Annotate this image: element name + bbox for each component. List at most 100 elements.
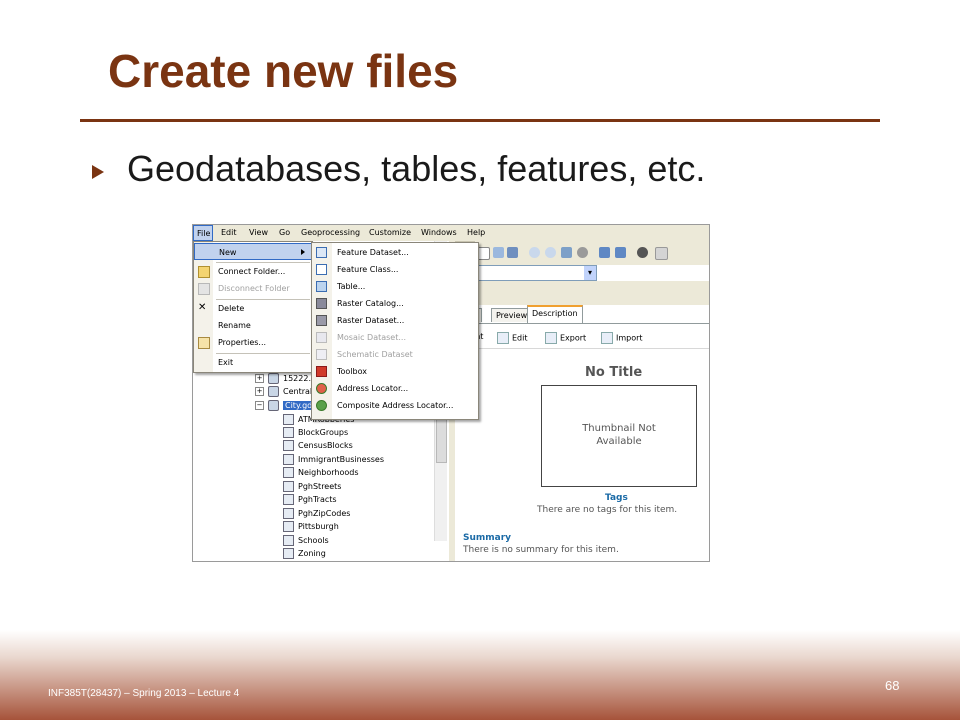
polygon-feature-class-icon — [283, 548, 294, 559]
menu-customize[interactable]: Customize — [369, 228, 411, 237]
polygon-feature-class-icon — [283, 440, 294, 451]
polygon-feature-class-icon — [283, 427, 294, 438]
point-feature-class-icon — [283, 535, 294, 546]
file-menu-new[interactable]: New — [194, 243, 312, 260]
menu-bar: File Edit View Go Geoprocessing Customiz… — [193, 225, 709, 242]
file-menu-properties[interactable]: Properties... — [194, 334, 312, 351]
tree-item[interactable]: Neighborhoods — [283, 467, 359, 479]
new-toolbox[interactable]: Toolbox — [312, 363, 478, 380]
whats-this-icon[interactable] — [507, 247, 518, 258]
tab-strip: ents Preview Description — [455, 305, 709, 324]
expand-icon[interactable]: + — [255, 374, 264, 383]
description-toolbar: Print Edit Export Import — [455, 324, 709, 349]
new-table[interactable]: Table... — [312, 278, 478, 295]
expand-icon[interactable]: + — [255, 387, 264, 396]
export-button[interactable]: Export — [545, 332, 586, 344]
file-menu-disconnect-folder[interactable]: Disconnect Folder — [194, 280, 312, 297]
menu-item-label: Disconnect Folder — [218, 284, 290, 293]
disconnect-folder-icon — [198, 283, 210, 295]
identify-icon[interactable] — [637, 247, 648, 258]
collapse-icon[interactable]: − — [255, 401, 264, 410]
menu-view[interactable]: View — [249, 228, 268, 237]
tree-item-label: PghTracts — [298, 495, 337, 504]
tree-item[interactable]: Schools — [283, 535, 329, 547]
tree-item[interactable]: Zoning — [283, 548, 326, 560]
tree-item-label: Schools — [298, 536, 329, 545]
forward-icon[interactable] — [615, 247, 626, 258]
tree-item[interactable]: PghStreets — [283, 481, 341, 493]
tree-item[interactable]: ImmigrantBusinesses — [283, 454, 384, 466]
new-composite-address-locator[interactable]: Composite Address Locator... — [312, 397, 478, 414]
pan-icon[interactable] — [561, 247, 572, 258]
file-menu-delete[interactable]: ✕ Delete — [194, 300, 312, 317]
menu-go[interactable]: Go — [279, 228, 290, 237]
new-raster-catalog[interactable]: Raster Catalog... — [312, 295, 478, 312]
menu-item-label: Raster Dataset... — [337, 316, 405, 325]
file-menu-connect-folder[interactable]: Connect Folder... — [194, 263, 312, 280]
menu-windows[interactable]: Windows — [421, 228, 457, 237]
new-mosaic-dataset[interactable]: Mosaic Dataset... — [312, 329, 478, 346]
tree-item-label: Central — [283, 387, 313, 396]
import-label: Import — [616, 333, 643, 343]
new-feature-class[interactable]: Feature Class... — [312, 261, 478, 278]
tree-item[interactable]: BlockGroups — [283, 427, 348, 439]
menu-item-label: New — [219, 248, 237, 257]
file-menu-exit[interactable]: Exit — [194, 354, 312, 371]
tab-description[interactable]: Description — [527, 305, 583, 323]
thumbnail-line-1: Thumbnail Not — [582, 423, 656, 434]
tree-item[interactable]: − City.gd — [255, 400, 315, 412]
edit-label: Edit — [512, 333, 528, 343]
tree-item[interactable]: + Central — [255, 386, 312, 398]
arccatalog-screenshot: File Edit View Go Geoprocessing Customiz… — [192, 224, 710, 562]
tree-item-label: Zoning — [298, 549, 326, 558]
menu-item-label: Mosaic Dataset... — [337, 333, 406, 342]
tree-item-label: Neighborhoods — [298, 468, 359, 477]
menu-item-label: Connect Folder... — [218, 267, 286, 276]
zoom-out-icon[interactable] — [545, 247, 556, 258]
import-button[interactable]: Import — [601, 332, 643, 344]
thumbnail-frame: Thumbnail Not Available — [541, 385, 697, 487]
tree-item[interactable]: Pittsburgh — [283, 521, 339, 533]
raster-dataset-icon — [316, 315, 327, 326]
back-icon[interactable] — [599, 247, 610, 258]
menu-item-label: Delete — [218, 304, 245, 313]
delete-x-icon: ✕ — [198, 302, 207, 313]
tree-item[interactable]: CensusBlocks — [283, 440, 353, 452]
chevron-down-icon[interactable]: ▾ — [584, 266, 596, 280]
menu-item-label: Raster Catalog... — [337, 299, 404, 308]
export-icon — [545, 332, 557, 344]
edit-button[interactable]: Edit — [497, 332, 528, 344]
footer-course-text: INF385T(28437) – Spring 2013 – Lecture 4 — [48, 688, 240, 699]
location-combo[interactable]: ▾ — [475, 265, 597, 281]
tree-item[interactable]: +15222. — [255, 373, 311, 385]
new-address-locator[interactable]: Address Locator... — [312, 380, 478, 397]
options-icon[interactable] — [655, 247, 668, 260]
menu-file[interactable]: File — [193, 225, 213, 241]
tree-item-label: 15222. — [283, 374, 311, 383]
file-menu: New Connect Folder... Disconnect Folder … — [193, 241, 313, 373]
menu-help[interactable]: Help — [467, 228, 485, 237]
tags-text: There are no tags for this item. — [537, 505, 678, 515]
file-menu-rename[interactable]: Rename — [194, 317, 312, 334]
tab-preview[interactable]: Preview — [491, 308, 533, 322]
menu-edit[interactable]: Edit — [221, 228, 237, 237]
new-raster-dataset[interactable]: Raster Dataset... — [312, 312, 478, 329]
menu-geoprocessing[interactable]: Geoprocessing — [301, 228, 360, 237]
connect-icon[interactable] — [493, 247, 504, 258]
new-feature-dataset[interactable]: Feature Dataset... — [312, 244, 478, 261]
tree-item-label: ImmigrantBusinesses — [298, 455, 385, 464]
tree-item[interactable]: PghZipCodes — [283, 508, 350, 520]
submenu-arrow-icon — [301, 249, 305, 255]
tree-item-label: PghZipCodes — [298, 509, 351, 518]
export-label: Export — [560, 333, 587, 343]
polygon-feature-class-icon — [283, 467, 294, 478]
slide-title: Create new files — [108, 45, 459, 97]
properties-icon — [198, 337, 210, 349]
full-extent-icon[interactable] — [577, 247, 588, 258]
new-schematic-dataset[interactable]: Schematic Dataset — [312, 346, 478, 363]
zoom-in-icon[interactable] — [529, 247, 540, 258]
mosaic-dataset-icon — [316, 332, 327, 343]
tree-item-label: Pittsburgh — [298, 522, 339, 531]
tree-item[interactable]: PghTracts — [283, 494, 337, 506]
point-feature-class-icon — [283, 414, 294, 425]
